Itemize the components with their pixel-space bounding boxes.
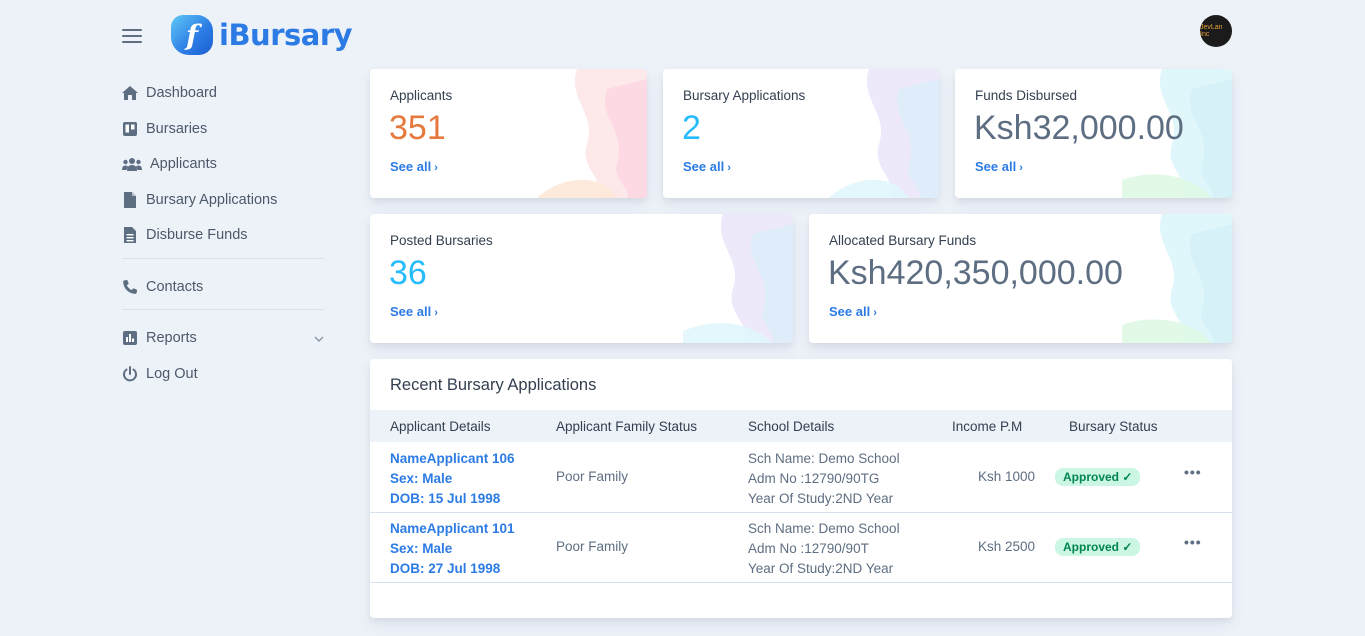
admission-number: Adm No :12790/90T	[748, 541, 869, 556]
recent-applications-card: Recent Bursary Applications Applicant De…	[370, 359, 1232, 618]
applicant-sex: Sex: Male	[390, 541, 453, 556]
users-icon	[122, 156, 142, 172]
chevron-right-icon: ›	[873, 307, 877, 319]
board-icon	[122, 121, 138, 137]
column-header[interactable]: Bursary Status	[1069, 419, 1158, 434]
stat-value: Ksh32,000.00	[974, 109, 1184, 147]
sidebar-item-label: Log Out	[146, 365, 198, 382]
file-text-icon	[122, 227, 138, 243]
chevron-right-icon: ›	[434, 162, 438, 174]
stat-label: Posted Bursaries	[390, 233, 493, 248]
logo-mark-icon: f	[171, 15, 213, 55]
logo-text: iBursary	[219, 18, 353, 52]
stat-value: 2	[682, 109, 701, 147]
chevron-right-icon: ›	[727, 162, 731, 174]
chevron-right-icon: ›	[434, 307, 438, 319]
see-all-link[interactable]: See all ›	[975, 159, 1023, 174]
applicant-name[interactable]: NameApplicant 101	[390, 519, 515, 539]
sidebar-item-label: Contacts	[146, 278, 204, 295]
home-icon	[122, 85, 138, 101]
sidebar-item-label: Bursary Applications	[146, 191, 278, 208]
card-title: Recent Bursary Applications	[390, 376, 597, 394]
column-header[interactable]: Income P.M	[952, 419, 1022, 434]
table-header: Applicant Details Applicant Family Statu…	[370, 410, 1232, 442]
sidebar-item-contacts[interactable]: Contacts	[122, 274, 324, 300]
applicant-sex: Sex: Male	[390, 471, 453, 486]
sidebar-item-dashboard[interactable]: Dashboard	[122, 80, 324, 106]
sidebar-item-bursary-applications[interactable]: Bursary Applications	[122, 187, 324, 213]
stat-card-posted-bursaries: Posted Bursaries 36 See all ›	[370, 214, 793, 343]
income: Ksh 1000	[977, 469, 1035, 484]
sidebar-item-applicants[interactable]: Applicants	[122, 151, 324, 177]
power-icon	[122, 365, 138, 382]
file-icon	[122, 191, 138, 208]
school-details: Sch Name: Demo School Adm No :12790/90T …	[748, 519, 900, 579]
year-of-study: Year Of Study:2ND Year	[748, 491, 894, 506]
family-status: Poor Family	[556, 469, 629, 484]
sidebar-item-label: Disburse Funds	[146, 227, 248, 243]
card-decoration-icon	[683, 214, 793, 343]
income: Ksh 2500	[977, 539, 1035, 554]
see-all-link[interactable]: See all ›	[683, 159, 731, 174]
applicant-name[interactable]: NameApplicant 106	[390, 449, 515, 469]
sidebar-item-reports[interactable]: Reports	[122, 325, 324, 351]
app-logo[interactable]: f iBursary	[171, 15, 353, 55]
sidebar-item-label: Applicants	[150, 156, 217, 172]
column-header[interactable]: School Details	[748, 419, 834, 434]
table-row: NameApplicant 106 Sex: Male DOB: 15 Jul …	[370, 442, 1232, 513]
avatar[interactable]: JevLan Inc	[1200, 15, 1232, 47]
applicant-dob: DOB: 15 Jul 1998	[390, 491, 501, 506]
school-name: Sch Name: Demo School	[748, 521, 900, 536]
more-actions-icon[interactable]: •••	[1184, 464, 1202, 480]
see-all-link[interactable]: See all ›	[829, 304, 877, 319]
sidebar-item-bursaries[interactable]: Bursaries	[122, 116, 324, 142]
stat-label: Bursary Applications	[683, 88, 806, 103]
stat-label: Allocated Bursary Funds	[829, 233, 977, 248]
check-icon: ✓	[1122, 470, 1133, 484]
column-header[interactable]: Applicant Details	[390, 419, 491, 434]
applicant-dob: DOB: 27 Jul 1998	[390, 561, 501, 576]
stat-card-allocated-funds: Allocated Bursary Funds Ksh420,350,000.0…	[809, 214, 1232, 343]
card-decoration-icon	[1122, 214, 1232, 343]
more-actions-icon[interactable]: •••	[1184, 534, 1202, 550]
stat-value: 36	[389, 254, 427, 292]
sidebar-item-logout[interactable]: Log Out	[122, 361, 324, 387]
school-name: Sch Name: Demo School	[748, 451, 900, 466]
card-decoration-icon	[537, 69, 647, 198]
stat-label: Funds Disbursed	[975, 88, 1078, 103]
see-all-link[interactable]: See all ›	[390, 304, 438, 319]
phone-icon	[122, 279, 138, 295]
stat-card-applicants: Applicants 351 See all ›	[370, 69, 647, 198]
divider	[122, 309, 324, 310]
applicant-details[interactable]: NameApplicant 106 Sex: Male DOB: 15 Jul …	[390, 449, 515, 509]
chevron-right-icon: ›	[1019, 162, 1023, 174]
stat-value: Ksh420,350,000.00	[828, 254, 1123, 292]
stat-card-funds-disbursed: Funds Disbursed Ksh32,000.00 See all ›	[955, 69, 1232, 198]
divider	[122, 257, 324, 259]
status-badge: Approved ✓	[1055, 538, 1141, 556]
stat-card-bursary-applications: Bursary Applications 2 See all ›	[663, 69, 939, 198]
applicant-details[interactable]: NameApplicant 101 Sex: Male DOB: 27 Jul …	[390, 519, 515, 579]
stat-label: Applicants	[390, 88, 453, 103]
sidebar-item-label: Dashboard	[146, 85, 217, 101]
sidebar-item-label: Bursaries	[146, 120, 208, 137]
school-details: Sch Name: Demo School Adm No :12790/90TG…	[748, 449, 900, 509]
table-row: NameApplicant 101 Sex: Male DOB: 27 Jul …	[370, 512, 1232, 583]
chevron-down-icon[interactable]	[314, 330, 324, 346]
sidebar-item-label: Reports	[146, 330, 197, 346]
stat-value: 351	[389, 109, 446, 147]
see-all-link[interactable]: See all ›	[390, 159, 438, 174]
menu-toggle-icon[interactable]	[122, 29, 142, 43]
sidebar-item-disburse-funds[interactable]: Disburse Funds	[122, 222, 324, 248]
card-decoration-icon	[829, 69, 939, 198]
admission-number: Adm No :12790/90TG	[748, 471, 880, 486]
family-status: Poor Family	[556, 539, 629, 554]
sidebar: Dashboard Bursaries Applicants Bursary A…	[122, 80, 324, 396]
status-badge: Approved ✓	[1055, 468, 1141, 486]
chart-icon	[122, 330, 138, 346]
check-icon: ✓	[1122, 540, 1133, 554]
year-of-study: Year Of Study:2ND Year	[748, 561, 894, 576]
column-header[interactable]: Applicant Family Status	[556, 419, 697, 434]
avatar-text: JevLan Inc	[1200, 24, 1223, 38]
